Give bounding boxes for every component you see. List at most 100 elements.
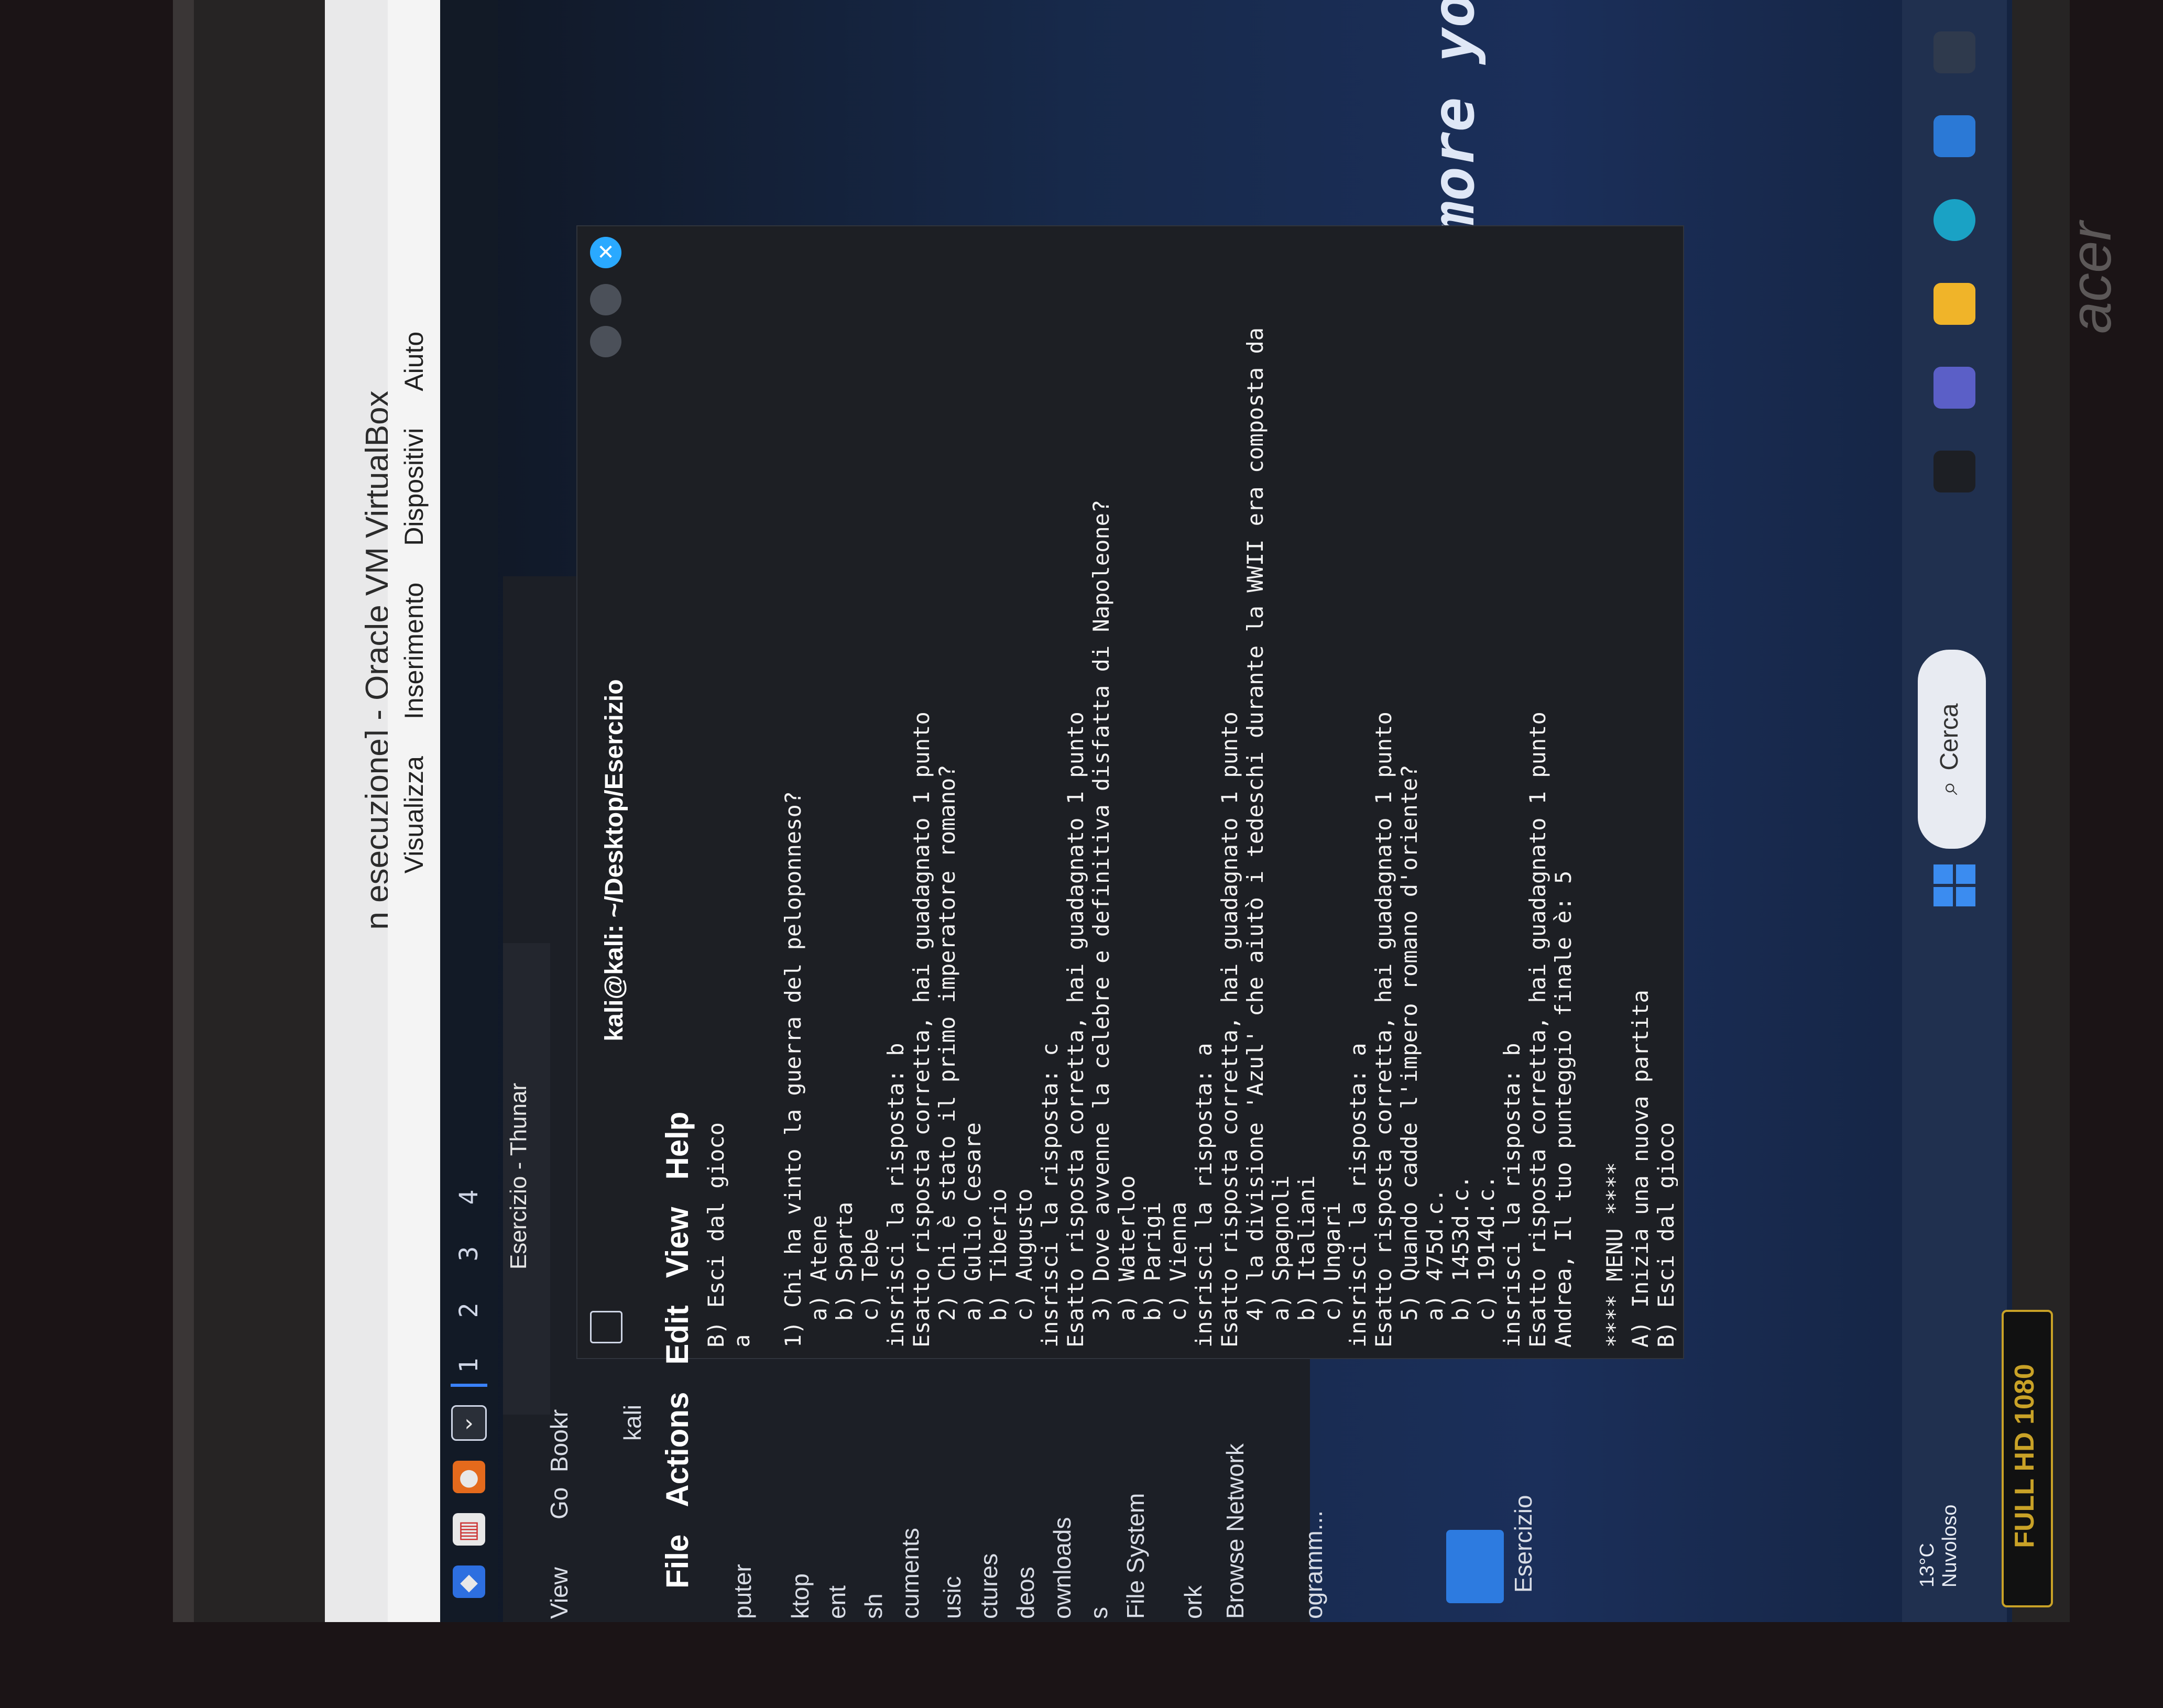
maximize-icon[interactable] bbox=[590, 284, 621, 315]
terminal-line: 3) Dove avvenne la celebre e definitiva … bbox=[1088, 499, 1114, 1348]
virtualbox-menubar: Visualizza Inserimento Dispositivi Aiuto bbox=[388, 0, 440, 1622]
terminal-line: Andrea, Il tuo punteggio finale è: 5 bbox=[1550, 870, 1576, 1348]
sidebar-item-browse-network[interactable]: Browse Network bbox=[1221, 1443, 1249, 1619]
terminal-line: c) Vienna bbox=[1165, 1201, 1191, 1348]
vbox-menu-visualizza[interactable]: Visualizza bbox=[399, 756, 429, 873]
sidebar-item-downloads[interactable]: ownloads bbox=[1048, 1517, 1076, 1619]
folder-label-esercizio[interactable]: Esercizio bbox=[1509, 1495, 1537, 1593]
store-icon[interactable] bbox=[1933, 115, 1975, 157]
thunar-menu-bookmarks[interactable]: Bookr bbox=[545, 1409, 573, 1472]
thunar-location-kali[interactable]: kali bbox=[618, 1405, 647, 1441]
kali-menu-icon[interactable]: ◆ bbox=[453, 1565, 485, 1598]
weather-widget[interactable]: 13°C Nuvoloso bbox=[1886, 1425, 1991, 1587]
terminal-line: insrisci la risposta: a bbox=[1191, 1043, 1217, 1348]
terminal-line: B) Esci dal gioco bbox=[1653, 1122, 1678, 1348]
sidebar-item-trash[interactable]: sh bbox=[859, 1593, 888, 1619]
terminal-line: 5) Quando cadde l'impero romano d'orient… bbox=[1396, 764, 1422, 1348]
terminal-icon[interactable]: › bbox=[451, 1405, 487, 1441]
terminal-menubar: File Actions Edit View Help bbox=[640, 226, 698, 1589]
terminal-line: 4) la divisione 'Azul' che aiutò i tedes… bbox=[1242, 327, 1268, 1348]
thunar-menu-view[interactable]: View bbox=[545, 1567, 573, 1619]
thunar-titlebar: Esercizio - Thunar bbox=[503, 943, 550, 1415]
terminal-line: b) Tiberio bbox=[986, 1188, 1011, 1348]
workspace-2[interactable]: 2 bbox=[451, 1292, 487, 1329]
terminal-line: insrisci la risposta: c bbox=[1037, 1043, 1063, 1348]
terminal-line: a) Spagnoli bbox=[1268, 1175, 1294, 1348]
terminal-menu-view[interactable]: View bbox=[659, 1207, 695, 1278]
terminal-line: insrisci la risposta: a bbox=[1345, 1043, 1371, 1348]
workspace-1[interactable]: 1 bbox=[451, 1347, 487, 1387]
terminal-line: **** MENU **** bbox=[1602, 1162, 1627, 1348]
vbox-menu-inserimento[interactable]: Inserimento bbox=[399, 583, 429, 719]
terminal-text: B) Esci dal gioco a 1) Chi ha vinto la gu… bbox=[703, 247, 1678, 1348]
terminal-menu-edit[interactable]: Edit bbox=[659, 1305, 695, 1364]
terminal-line: 2) Chi è stato il primo imperatore roman… bbox=[934, 764, 960, 1348]
terminal-line: c) Tebe bbox=[857, 1228, 883, 1348]
terminal-menu-help[interactable]: Help bbox=[659, 1112, 695, 1180]
sidebar-item-computer[interactable]: puter bbox=[728, 1564, 757, 1619]
weather-temp: 13°C bbox=[1916, 1543, 1938, 1587]
terminal-line: b) Parigi bbox=[1140, 1201, 1165, 1348]
edge-icon[interactable] bbox=[1933, 199, 1975, 241]
terminal-line: Esatto risposta corretta, hai guadagnato… bbox=[1525, 711, 1550, 1348]
terminal-line: c) 1914d.c. bbox=[1473, 1175, 1499, 1348]
close-icon[interactable]: ✕ bbox=[590, 237, 621, 268]
windows-search-box[interactable]: ⌕ Cerca bbox=[1918, 650, 1986, 849]
sidebar-item-file-system[interactable]: File System bbox=[1121, 1493, 1150, 1619]
vbox-menu-aiuto[interactable]: Aiuto bbox=[399, 332, 429, 391]
sidebar-item-network[interactable]: ork bbox=[1179, 1585, 1207, 1619]
terminal-title: kali@kali: ~/Desktop/Esercizio bbox=[600, 679, 628, 1042]
sidebar-item-pictures[interactable]: ctures bbox=[975, 1553, 1003, 1619]
sidebar-item-recent[interactable]: ent bbox=[823, 1585, 851, 1619]
terminal-line: c) Augusto bbox=[1011, 1188, 1037, 1348]
terminal-line: A) Inizia una nuova partita bbox=[1627, 990, 1653, 1348]
vbox-menu-dispositivi[interactable]: Dispositivi bbox=[399, 428, 429, 546]
dropbox-icon[interactable] bbox=[1933, 31, 1975, 73]
firefox-icon[interactable]: ● bbox=[453, 1461, 485, 1493]
terminal-window: kali@kali: ~/Desktop/Esercizio ✕ File Ac… bbox=[576, 225, 1684, 1589]
thunar-title: Esercizio - Thunar bbox=[506, 1082, 531, 1270]
sidebar-item-videos[interactable]: deos bbox=[1011, 1567, 1040, 1619]
terminal-line: insrisci la risposta: b bbox=[1499, 1043, 1525, 1348]
virtualbox-titlebar: n esecuzione] - Oracle VM VirtualBox bbox=[325, 0, 396, 1622]
terminal-line: Esatto risposta corretta, hai guadagnato… bbox=[1217, 711, 1242, 1348]
terminal-line: b) Italiani bbox=[1294, 1175, 1319, 1348]
terminal-app-icon bbox=[590, 1311, 622, 1343]
thunar-menu-go[interactable]: Go bbox=[545, 1487, 573, 1519]
terminal-line: B) Esci dal gioco bbox=[703, 1122, 729, 1348]
task-view-icon[interactable] bbox=[1933, 451, 1975, 492]
sidebar-item-s[interactable]: s bbox=[1085, 1607, 1113, 1619]
folder-icon[interactable] bbox=[1446, 1530, 1504, 1603]
terminal-line: a bbox=[729, 1334, 755, 1348]
search-icon: ⌕ bbox=[1935, 781, 1963, 795]
sidebar-item-programmi[interactable]: ogramm... bbox=[1299, 1510, 1328, 1619]
terminal-line: a) Waterloo bbox=[1114, 1175, 1140, 1348]
terminal-line: Esatto risposta corretta, hai guadagnato… bbox=[1371, 711, 1396, 1348]
terminal-line: Esatto risposta corretta, hai guadagnato… bbox=[909, 711, 934, 1348]
terminal-output[interactable]: B) Esci dal gioco a 1) Chi ha vinto la gu… bbox=[703, 226, 1678, 1358]
file-explorer-icon[interactable] bbox=[1933, 283, 1975, 325]
teams-icon[interactable] bbox=[1933, 367, 1975, 409]
terminal-line: 1) Chi ha vinto la guerra del peloponnes… bbox=[780, 791, 806, 1348]
terminal-line: a) Atene bbox=[806, 1215, 832, 1348]
search-label: Cerca bbox=[1935, 703, 1963, 771]
file-icon[interactable]: ▤ bbox=[453, 1513, 485, 1546]
workspace-4[interactable]: 4 bbox=[451, 1179, 487, 1216]
terminal-line: a) Gulio Cesare bbox=[960, 1122, 986, 1348]
sidebar-item-music[interactable]: usic bbox=[938, 1576, 966, 1619]
sidebar-item-documents[interactable]: cuments bbox=[896, 1528, 924, 1619]
terminal-line: insrisci la risposta: b bbox=[883, 1043, 909, 1348]
sidebar-item-desktop[interactable]: ktop bbox=[786, 1573, 814, 1619]
terminal-line: b) 1453d.c. bbox=[1448, 1175, 1473, 1348]
terminal-titlebar: kali@kali: ~/Desktop/Esercizio ✕ bbox=[577, 226, 640, 1358]
kali-panel-launchers: ◆ ▤ ● › 1 2 3 4 bbox=[445, 995, 493, 1598]
full-hd-sticker: FULL HD 1080 bbox=[2002, 1310, 2053, 1607]
minimize-icon[interactable] bbox=[590, 326, 621, 357]
terminal-line: a) 475d.c. bbox=[1422, 1188, 1448, 1348]
terminal-menu-file[interactable]: File bbox=[659, 1535, 695, 1589]
workspace-3[interactable]: 3 bbox=[451, 1235, 487, 1272]
terminal-menu-actions[interactable]: Actions bbox=[659, 1392, 695, 1507]
windows-start-icon[interactable] bbox=[1933, 864, 1975, 906]
